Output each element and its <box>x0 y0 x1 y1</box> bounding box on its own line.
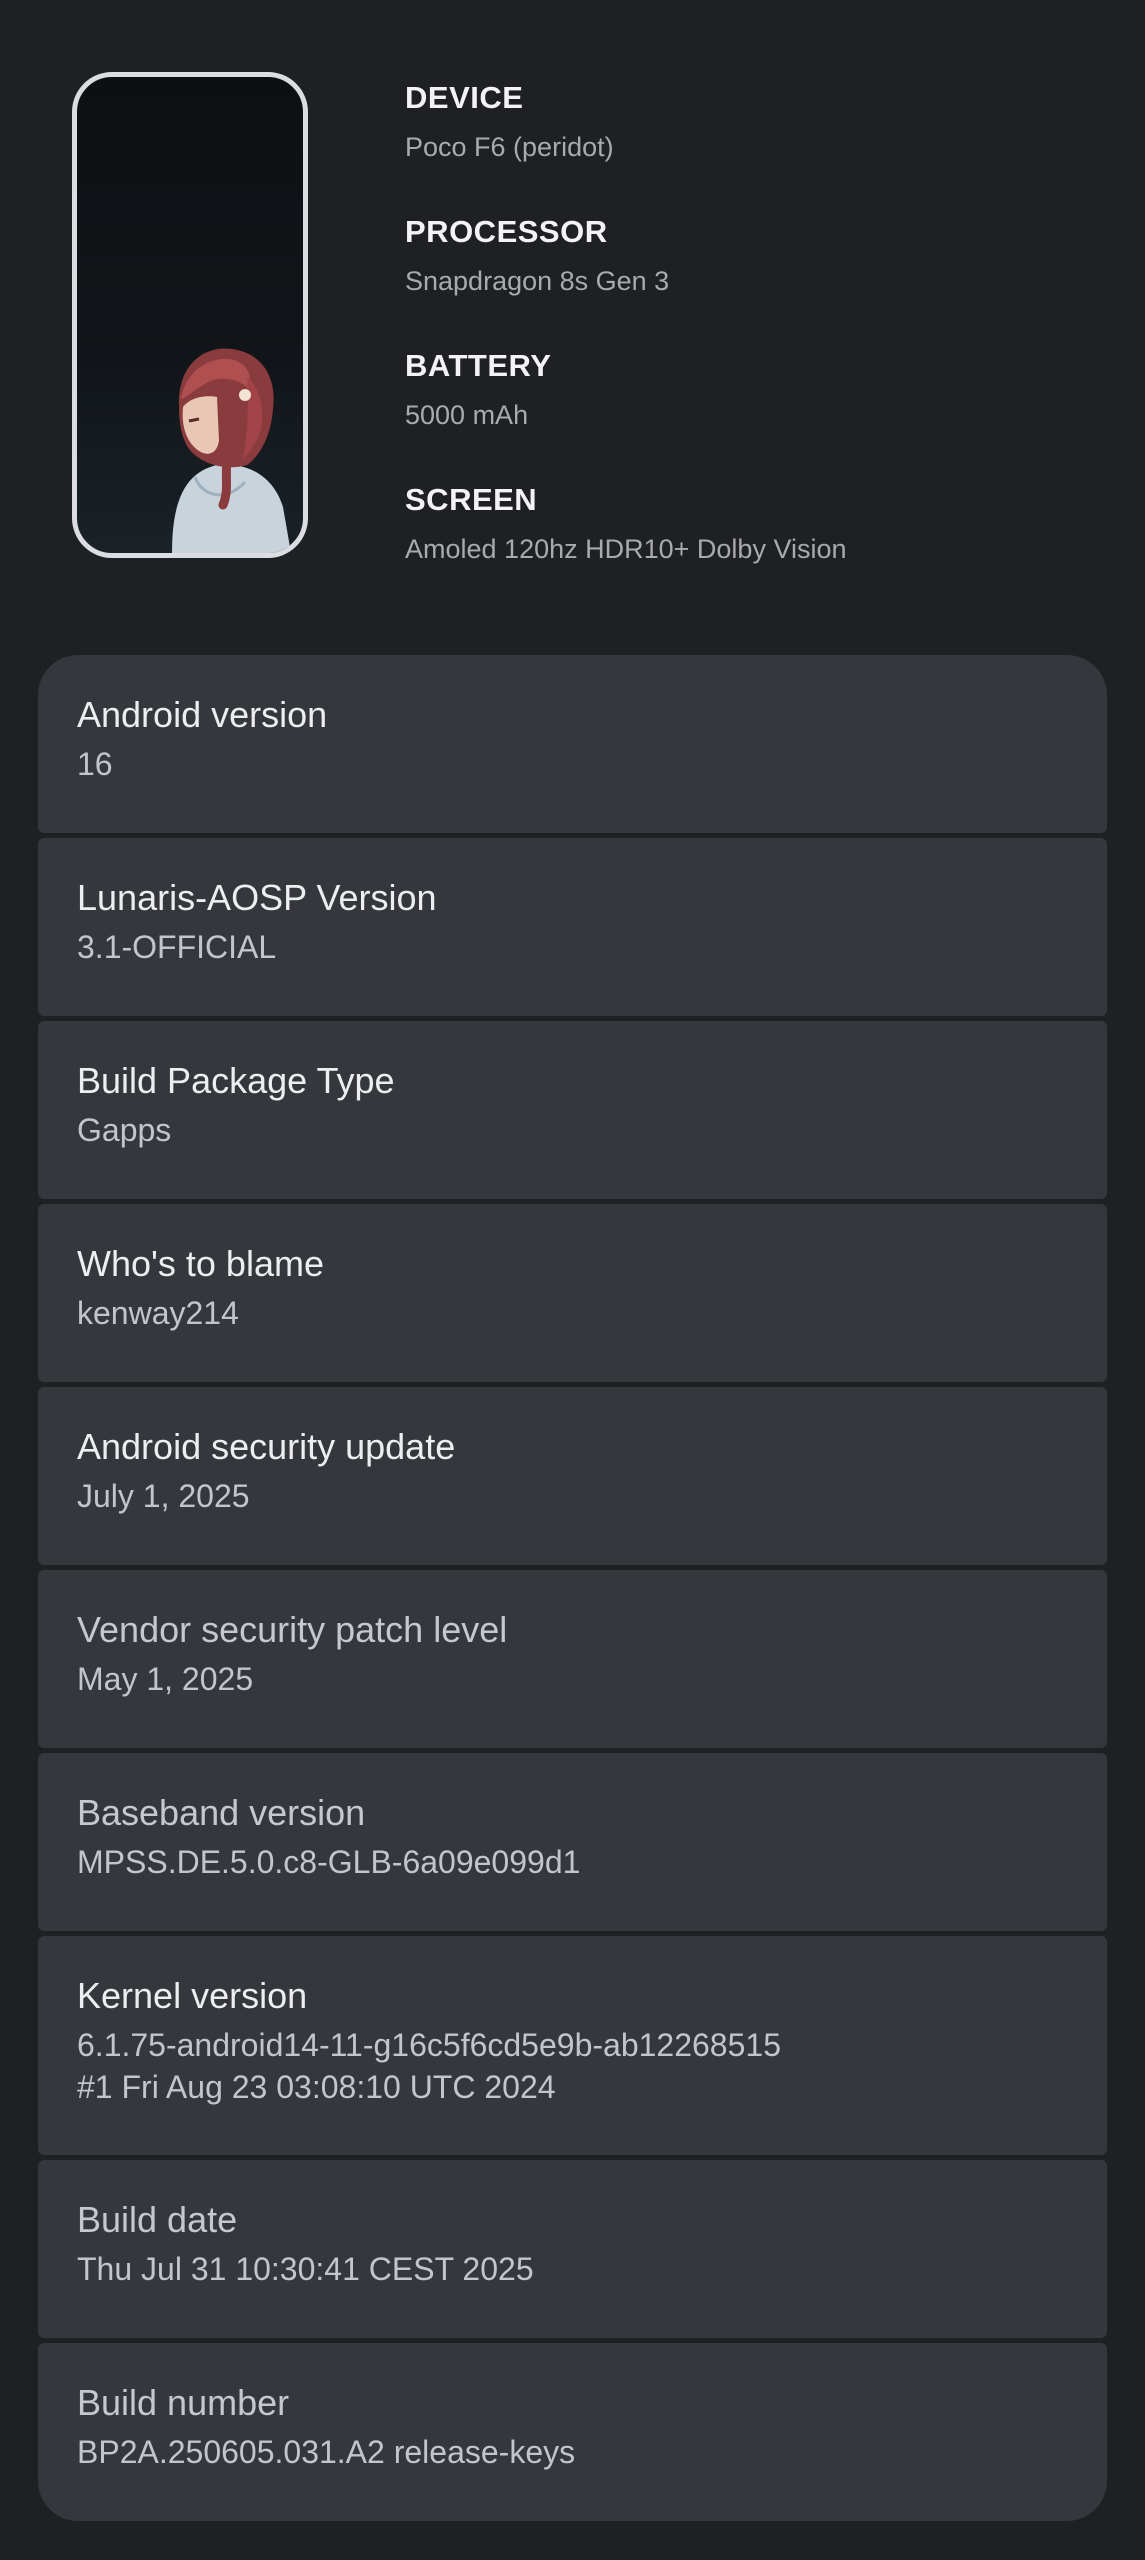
device-preview-image <box>72 72 308 558</box>
list-item-kernel-version[interactable]: Kernel version 6.1.75-android14-11-g16c5… <box>38 1936 1107 2155</box>
spec-value: Amoled 120hz HDR10+ Dolby Vision <box>405 534 847 564</box>
list-item-android-version[interactable]: Android version 16 <box>38 655 1107 833</box>
list-item-value: July 1, 2025 <box>77 1478 250 1514</box>
device-header: DEVICE Poco F6 (peridot) PROCESSOR Snapd… <box>0 0 1145 640</box>
list-item-value: Thu Jul 31 10:30:41 CEST 2025 <box>77 2251 534 2287</box>
list-item-security-update[interactable]: Android security update July 1, 2025 <box>38 1387 1107 1565</box>
list-item-value: 16 <box>77 746 113 782</box>
list-item-value: May 1, 2025 <box>77 1661 254 1697</box>
list-item-vendor-patch[interactable]: Vendor security patch level May 1, 2025 <box>38 1570 1107 1748</box>
spec-screen: SCREEN Amoled 120hz HDR10+ Dolby Vision <box>405 480 1105 614</box>
spec-value: Snapdragon 8s Gen 3 <box>405 266 670 296</box>
list-item-value: MPSS.DE.5.0.c8-GLB-6a09e099d1 <box>77 1844 581 1880</box>
list-item-title: Android version <box>77 694 328 735</box>
wallpaper-character-illustration <box>172 348 291 553</box>
list-item-title: Kernel version <box>77 1975 308 2016</box>
spec-label: PROCESSOR <box>405 214 608 249</box>
list-item-value: BP2A.250605.031.A2 release-keys <box>77 2434 576 2470</box>
spec-processor: PROCESSOR Snapdragon 8s Gen 3 <box>405 212 1105 346</box>
list-item-title: Build number <box>77 2382 290 2423</box>
list-item-maintainer[interactable]: Who's to blame kenway214 <box>38 1204 1107 1382</box>
list-item-value: 6.1.75-android14-11-g16c5f6cd5e9b-ab1226… <box>77 2027 781 2105</box>
spec-label: DEVICE <box>405 80 524 115</box>
spec-label: BATTERY <box>405 348 552 383</box>
list-item-value: 3.1-OFFICIAL <box>77 929 277 965</box>
list-item-build-number[interactable]: Build number BP2A.250605.031.A2 release-… <box>38 2343 1107 2521</box>
list-item-title: Android security update <box>77 1426 456 1467</box>
list-item-title: Lunaris-AOSP Version <box>77 877 437 918</box>
list-item-build-package-type[interactable]: Build Package Type Gapps <box>38 1021 1107 1199</box>
list-item-baseband-version[interactable]: Baseband version MPSS.DE.5.0.c8-GLB-6a09… <box>38 1753 1107 1931</box>
list-item-title: Who's to blame <box>77 1243 324 1284</box>
list-item-value: kenway214 <box>77 1295 239 1331</box>
list-item-title: Vendor security patch level <box>77 1609 508 1650</box>
device-specs: DEVICE Poco F6 (peridot) PROCESSOR Snapd… <box>405 78 1105 614</box>
spec-value: Poco F6 (peridot) <box>405 132 614 162</box>
list-item-title: Build date <box>77 2199 238 2240</box>
spec-label: SCREEN <box>405 482 538 517</box>
spec-device: DEVICE Poco F6 (peridot) <box>405 78 1105 212</box>
list-item-lunaris-version[interactable]: Lunaris-AOSP Version 3.1-OFFICIAL <box>38 838 1107 1016</box>
spec-battery: BATTERY 5000 mAh <box>405 346 1105 480</box>
list-item-value: Gapps <box>77 1112 172 1148</box>
list-item-build-date[interactable]: Build date Thu Jul 31 10:30:41 CEST 2025 <box>38 2160 1107 2338</box>
spec-value: 5000 mAh <box>405 400 529 430</box>
list-item-title: Build Package Type <box>77 1060 395 1101</box>
about-phone-list: Android version 16 Lunaris-AOSP Version … <box>38 655 1107 2521</box>
list-item-title: Baseband version <box>77 1792 366 1833</box>
